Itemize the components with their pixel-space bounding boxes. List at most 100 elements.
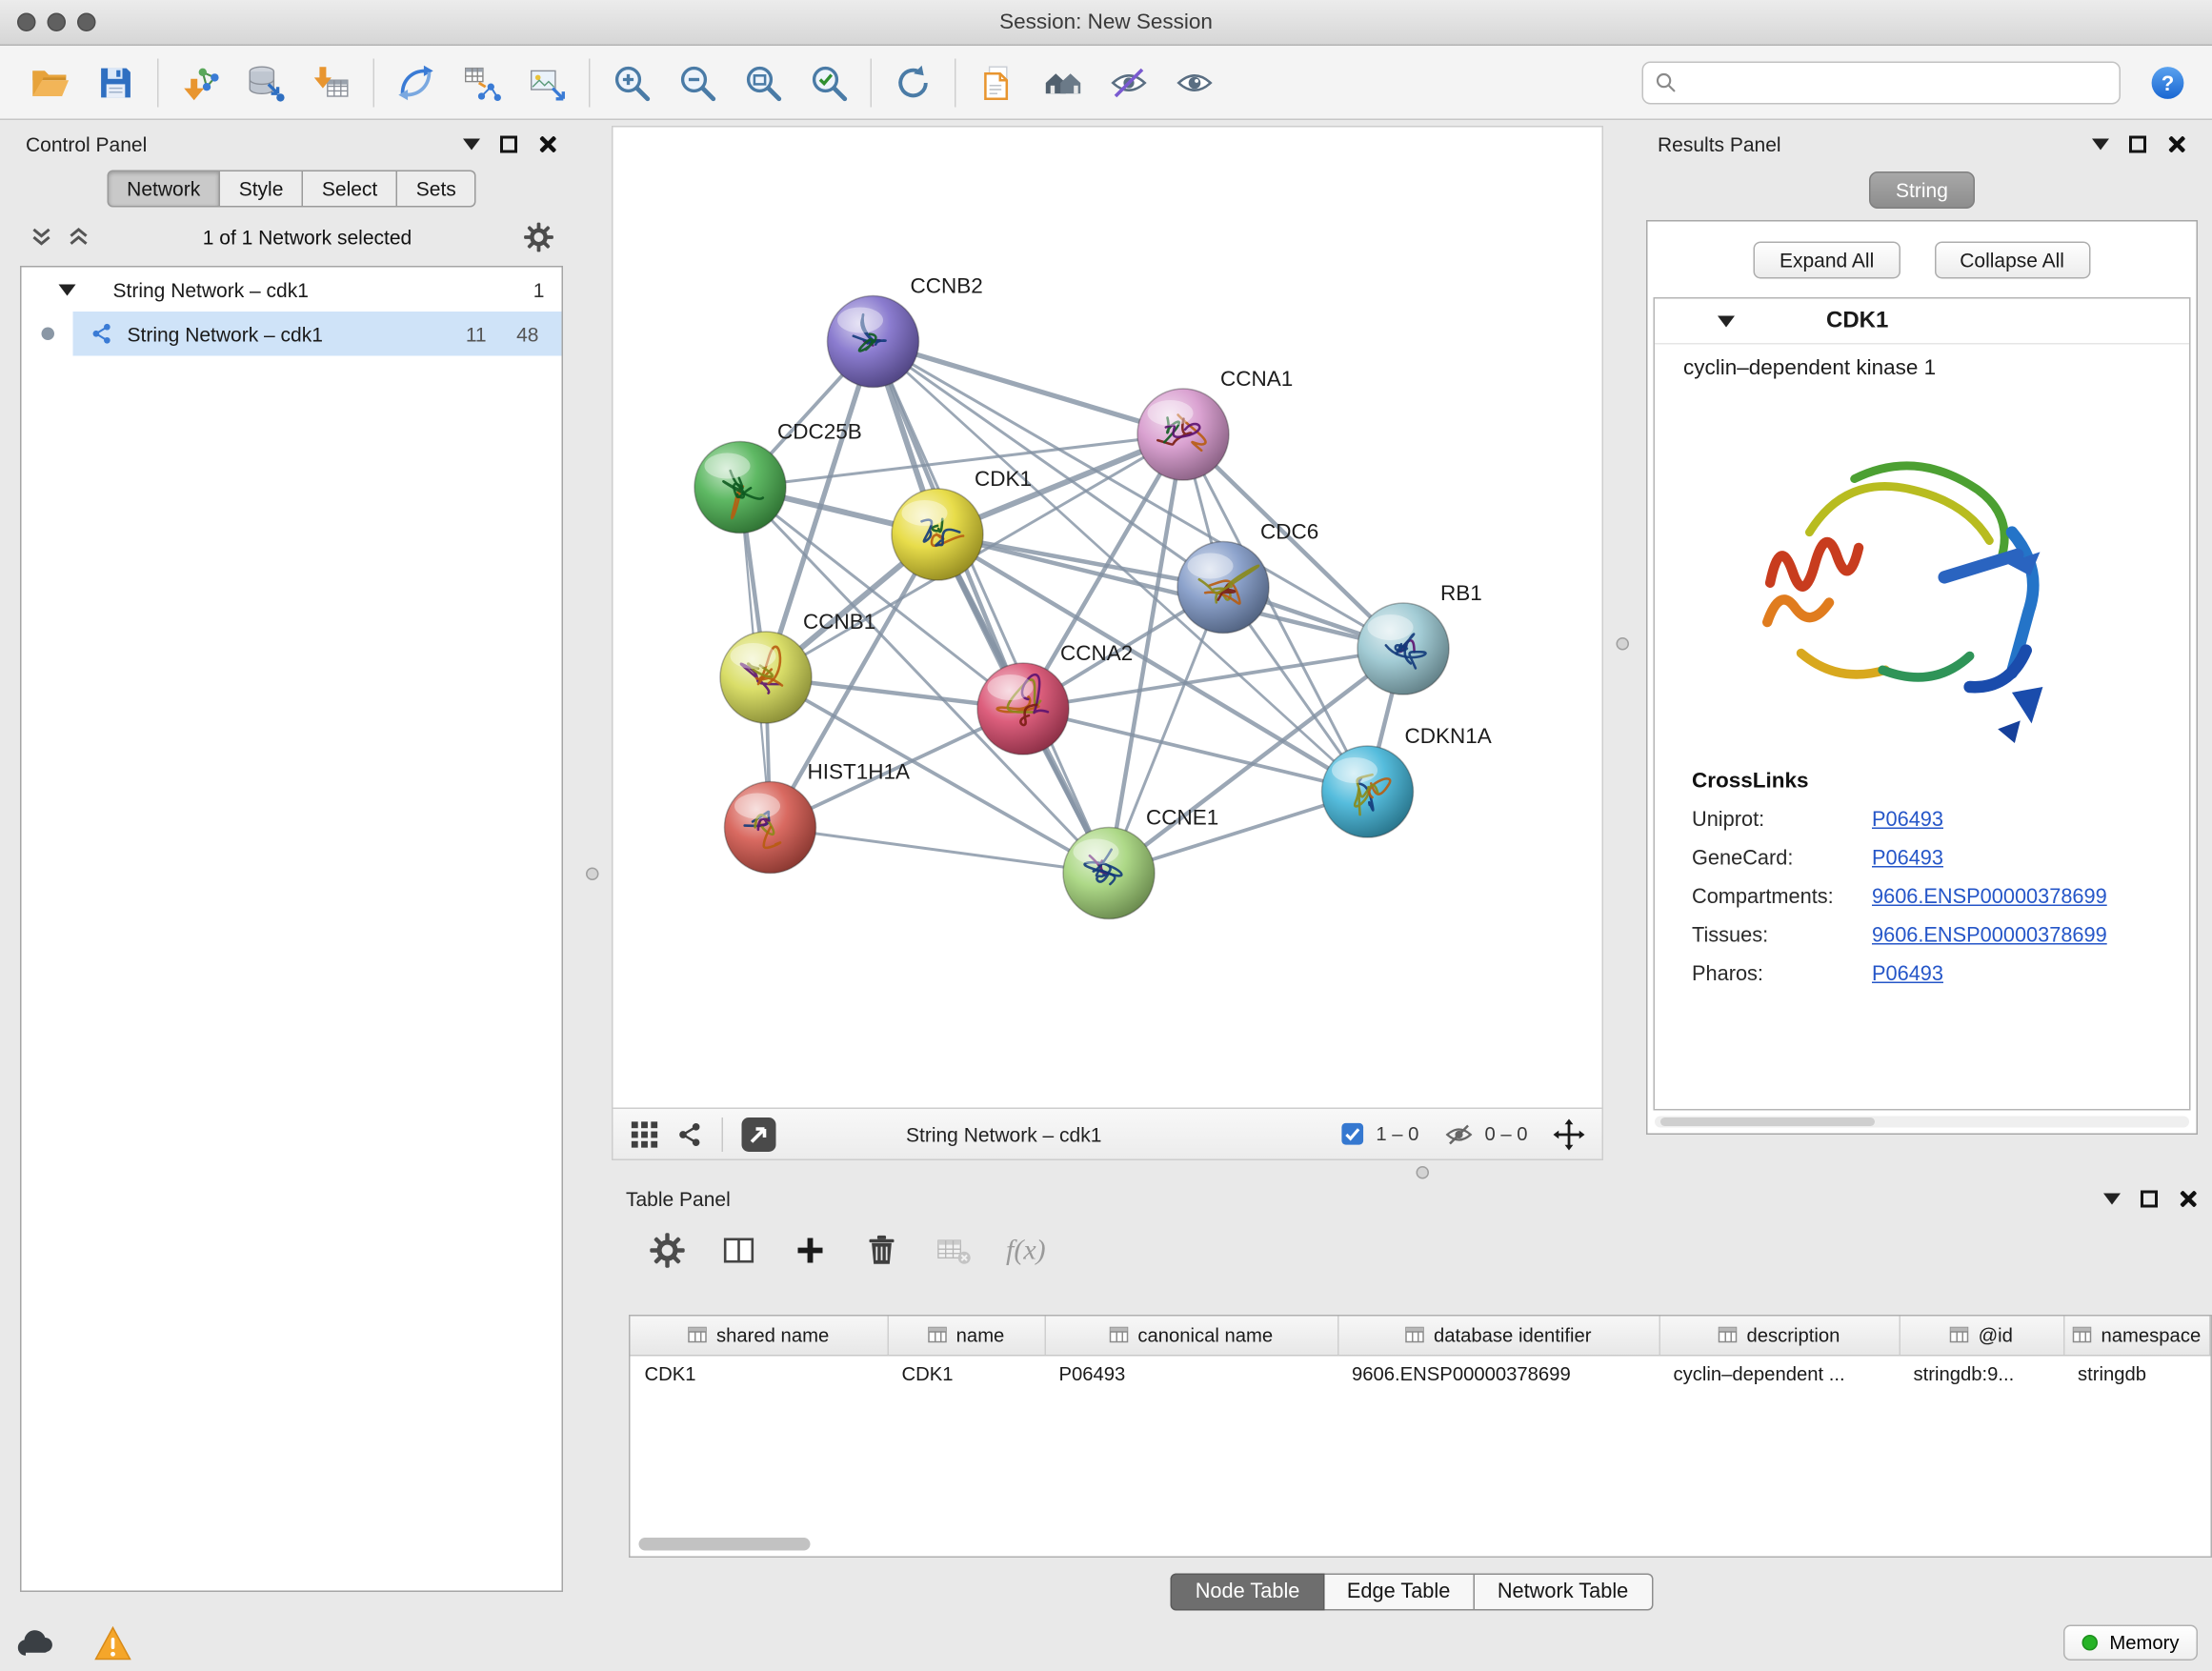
import-network-file-button[interactable] xyxy=(168,52,233,112)
tab-node-table[interactable]: Node Table xyxy=(1171,1574,1324,1611)
network-node-CDC6[interactable] xyxy=(1177,542,1269,634)
control-panel-float-icon[interactable] xyxy=(500,136,517,153)
hide-graphics-details-button[interactable] xyxy=(1096,52,1162,112)
table-hscrollbar-thumb[interactable] xyxy=(639,1538,811,1551)
column-header-namespace[interactable]: namespace xyxy=(2063,1317,2210,1356)
network-node-CDC25B[interactable] xyxy=(694,442,786,534)
collapse-all-icon[interactable] xyxy=(29,225,54,251)
network-edge[interactable] xyxy=(874,342,1184,435)
hidden-elements-eye-icon[interactable] xyxy=(1444,1119,1473,1148)
table-panel-menu-icon[interactable] xyxy=(2103,1194,2121,1205)
expand-all-button[interactable]: Expand All xyxy=(1754,242,1900,279)
export-network-icon[interactable] xyxy=(740,1116,777,1153)
delete-table-icon[interactable] xyxy=(935,1232,972,1269)
network-node-HIST1H1A[interactable] xyxy=(725,782,816,874)
column-header-shared-name[interactable]: shared name xyxy=(631,1317,888,1356)
right-splitter-handle[interactable] xyxy=(1617,637,1630,651)
crosslink-link[interactable]: P06493 xyxy=(1872,809,1943,832)
tab-network-table[interactable]: Network Table xyxy=(1475,1574,1653,1611)
tab-style[interactable]: Style xyxy=(220,171,303,208)
network-node-CDKN1A[interactable] xyxy=(1322,746,1414,837)
crosslink-link[interactable]: P06493 xyxy=(1872,963,1943,986)
network-node-RB1[interactable] xyxy=(1357,603,1449,695)
network-overview-icon[interactable] xyxy=(676,1119,705,1148)
tab-sets[interactable]: Sets xyxy=(397,171,476,208)
column-header-name[interactable]: name xyxy=(888,1317,1045,1356)
results-panel-float-icon[interactable] xyxy=(2129,136,2146,153)
network-node-CCNA1[interactable] xyxy=(1137,389,1229,480)
table-options-gear-icon[interactable] xyxy=(649,1232,686,1269)
network-node-CCNE1[interactable] xyxy=(1063,828,1155,919)
control-panel-menu-icon[interactable] xyxy=(463,139,480,151)
minimize-window-button[interactable] xyxy=(48,13,67,32)
refresh-view-button[interactable] xyxy=(880,52,946,112)
import-table-file-button[interactable] xyxy=(299,52,365,112)
collection-collapse-icon[interactable] xyxy=(59,284,76,295)
results-panel-menu-icon[interactable] xyxy=(2092,139,2109,151)
cloud-status-icon[interactable] xyxy=(14,1627,57,1659)
export-image-button[interactable] xyxy=(514,52,580,112)
network-arrows-button[interactable] xyxy=(383,52,449,112)
network-edge[interactable] xyxy=(874,342,1110,874)
crosslink-link[interactable]: P06493 xyxy=(1872,848,1943,871)
zoom-fit-button[interactable] xyxy=(731,52,796,112)
column-header-canonical-name[interactable]: canonical name xyxy=(1045,1317,1338,1356)
network-edge[interactable] xyxy=(771,828,1110,874)
network-from-table-button[interactable] xyxy=(449,52,514,112)
tab-edge-table[interactable]: Edge Table xyxy=(1324,1574,1475,1611)
copy-document-button[interactable] xyxy=(965,52,1031,112)
network-row[interactable]: String Network – cdk1 11 48 xyxy=(22,312,562,356)
table-panel-float-icon[interactable] xyxy=(2141,1191,2158,1208)
search-input[interactable] xyxy=(1686,70,2108,93)
network-edge[interactable] xyxy=(1023,709,1368,792)
horizontal-splitter-handle[interactable] xyxy=(1417,1166,1430,1179)
network-node-CDK1[interactable] xyxy=(892,489,983,580)
network-node-CCNA2[interactable] xyxy=(977,663,1069,755)
results-panel-close-icon[interactable] xyxy=(2166,134,2186,154)
tab-select[interactable]: Select xyxy=(303,171,397,208)
grid-view-icon[interactable] xyxy=(631,1119,659,1148)
home-button[interactable] xyxy=(1031,52,1096,112)
open-session-button[interactable] xyxy=(17,52,83,112)
pan-mode-icon[interactable] xyxy=(1554,1118,1585,1150)
network-options-gear-icon[interactable] xyxy=(523,222,554,253)
network-node-CCNB1[interactable] xyxy=(720,632,812,723)
results-hscrollbar[interactable] xyxy=(1655,1117,2189,1128)
column-header-database-identifier[interactable]: database identifier xyxy=(1337,1317,1659,1356)
left-splitter-handle[interactable] xyxy=(586,868,599,881)
expand-all-icon[interactable] xyxy=(66,225,91,251)
table-panel-close-icon[interactable] xyxy=(2178,1189,2198,1209)
help-button[interactable]: ? xyxy=(2146,52,2189,112)
column-header--id[interactable]: @id xyxy=(1900,1317,2064,1356)
search-box[interactable] xyxy=(1642,61,2122,104)
results-hscrollbar-thumb[interactable] xyxy=(1660,1117,1875,1126)
create-column-icon[interactable] xyxy=(792,1232,829,1269)
show-graphics-details-button[interactable] xyxy=(1162,52,1228,112)
import-network-database-button[interactable] xyxy=(233,52,299,112)
selected-elements-checkbox-icon[interactable] xyxy=(1340,1122,1365,1147)
protein-card-collapse-icon[interactable] xyxy=(1718,315,1735,327)
column-header-description[interactable]: description xyxy=(1659,1317,1900,1356)
collapse-all-button[interactable]: Collapse All xyxy=(1934,242,2090,279)
table-row[interactable]: CDK1CDK1P064939606.ENSP00000378699cyclin… xyxy=(631,1355,2210,1394)
crosslink-link[interactable]: 9606.ENSP00000378699 xyxy=(1872,925,2107,948)
network-canvas[interactable]: CCNB2CCNA1CDC25BCDK1CDC6RB1CCNB1CCNA2CDK… xyxy=(612,126,1603,1108)
crosslink-link[interactable]: 9606.ENSP00000378699 xyxy=(1872,886,2107,909)
delete-column-icon[interactable] xyxy=(863,1232,900,1269)
function-builder-icon[interactable]: f(x) xyxy=(1006,1234,1046,1267)
network-row-selected[interactable]: String Network – cdk1 11 48 xyxy=(73,312,562,356)
zoom-out-button[interactable] xyxy=(665,52,731,112)
string-results-tab[interactable]: String xyxy=(1869,171,1976,209)
tab-network[interactable]: Network xyxy=(107,171,220,208)
maximize-window-button[interactable] xyxy=(77,13,96,32)
zoom-in-button[interactable] xyxy=(599,52,665,112)
network-node-CCNB2[interactable] xyxy=(828,296,919,388)
warning-icon[interactable] xyxy=(94,1624,131,1661)
close-window-button[interactable] xyxy=(17,13,36,32)
network-collection-row[interactable]: String Network – cdk1 1 xyxy=(22,268,562,312)
show-columns-icon[interactable] xyxy=(720,1232,757,1269)
control-panel-close-icon[interactable] xyxy=(537,134,557,154)
memory-button[interactable]: Memory xyxy=(2063,1625,2198,1661)
protein-card-header[interactable]: CDK1 xyxy=(1655,299,2189,345)
zoom-selected-button[interactable] xyxy=(796,52,862,112)
